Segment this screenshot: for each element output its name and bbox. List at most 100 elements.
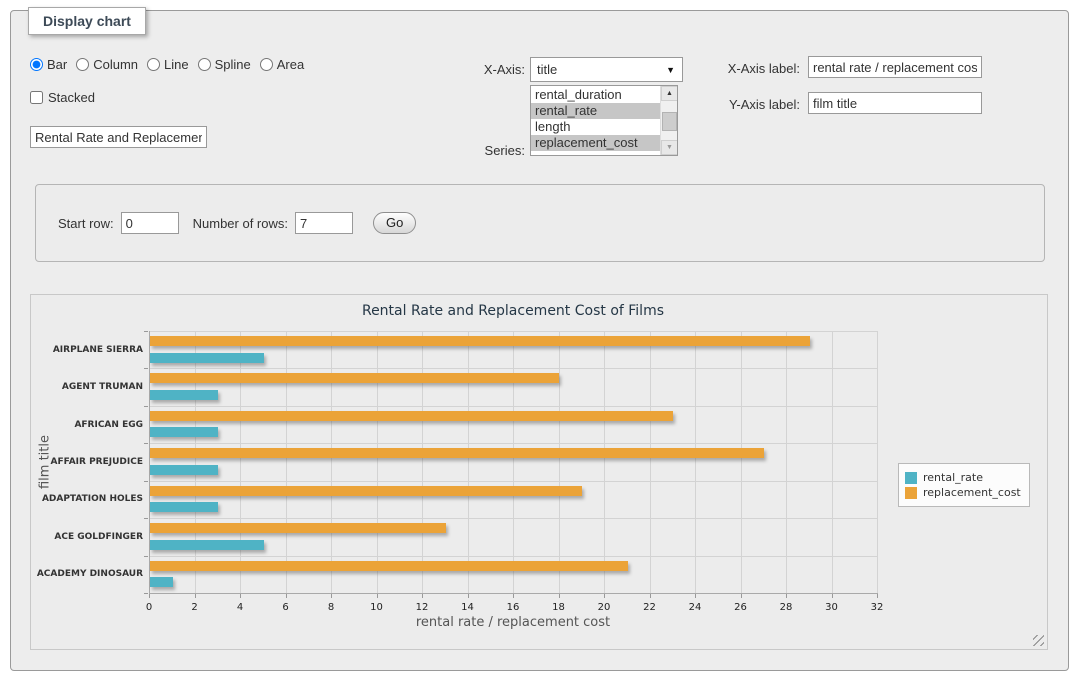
panel-title: Display chart [28, 7, 146, 35]
y-axis-tick [144, 331, 148, 332]
x-axis-tick [559, 594, 560, 598]
x-axis-tick [149, 594, 150, 598]
chart-type-radio-column[interactable] [76, 58, 89, 71]
x-axis-tick [513, 594, 514, 598]
gridline [149, 368, 877, 369]
x-axis-tick-label: 32 [857, 602, 897, 613]
chart-type-label: Area [277, 57, 304, 72]
bar-replacement_cost [150, 373, 559, 383]
x-axis-tick [240, 594, 241, 598]
chart-title: Rental Rate and Replacement Cost of Film… [149, 303, 877, 319]
chart-type-label: Line [164, 57, 189, 72]
bar-replacement_cost [150, 336, 810, 346]
chart-type-label: Spline [215, 57, 251, 72]
chart-type-radio-bar[interactable] [30, 58, 43, 71]
series-option-length[interactable]: length [531, 119, 660, 135]
resize-grip-icon[interactable] [1033, 635, 1044, 646]
bar-rental_rate [150, 502, 218, 512]
y-axis-tick [144, 443, 148, 444]
scroll-down-icon[interactable]: ▼ [661, 140, 678, 155]
bar-replacement_cost [150, 561, 628, 571]
gridline [331, 331, 332, 593]
gridline [149, 443, 877, 444]
stacked-label: Stacked [48, 90, 95, 105]
legend-item-replacement_cost[interactable]: replacement_cost [905, 486, 1021, 499]
gridline [604, 331, 605, 593]
x-axis-tick-label: 20 [584, 602, 624, 613]
y-axis-line [149, 331, 150, 593]
series-options: rental_durationrental_ratelengthreplacem… [531, 87, 660, 151]
bar-rental_rate [150, 465, 218, 475]
number-of-rows-label: Number of rows: [193, 216, 288, 231]
chart-type-option-line: Line [147, 57, 189, 72]
chart-type-option-spline: Spline [198, 57, 251, 72]
series-list-label: Series: [429, 143, 525, 158]
x-axis-tick-label: 14 [448, 602, 488, 613]
legend-label: rental_rate [923, 471, 983, 484]
stacked-checkbox[interactable] [30, 91, 43, 104]
x-axis-tick [786, 594, 787, 598]
gridline [877, 331, 878, 593]
gridline [468, 331, 469, 593]
series-option-rental_rate[interactable]: rental_rate [531, 103, 660, 119]
bar-rental_rate [150, 540, 264, 550]
x-axis-label-label: X-Axis label: [657, 61, 800, 76]
x-axis-tick-label: 26 [721, 602, 761, 613]
chart-type-radio-spline[interactable] [198, 58, 211, 71]
gridline [695, 331, 696, 593]
gridline [240, 331, 241, 593]
x-axis-tick [468, 594, 469, 598]
gridline [286, 331, 287, 593]
legend-swatch-icon [905, 487, 917, 499]
chart-type-label: Column [93, 57, 138, 72]
legend-item-rental_rate[interactable]: rental_rate [905, 471, 1021, 484]
series-option-rental_duration[interactable]: rental_duration [531, 87, 660, 103]
gridline [832, 331, 833, 593]
series-option-replacement_cost[interactable]: replacement_cost [531, 135, 660, 151]
gridline [149, 331, 877, 332]
gridline [149, 556, 877, 557]
x-axis-tick [695, 594, 696, 598]
x-axis-tick-label: 22 [630, 602, 670, 613]
category-label: AFRICAN EGG [31, 420, 143, 430]
y-axis-tick [144, 556, 148, 557]
x-axis-tick-label: 12 [402, 602, 442, 613]
chart-type-option-area: Area [260, 57, 304, 72]
x-axis-tick-label: 2 [175, 602, 215, 613]
stacked-checkbox-row: Stacked [30, 90, 95, 105]
x-axis-tick-label: 10 [357, 602, 397, 613]
y-axis-tick [144, 593, 148, 594]
chart-type-label: Bar [47, 57, 67, 72]
y-axis-label-label: Y-Axis label: [657, 97, 800, 112]
number-of-rows-input[interactable] [295, 212, 353, 234]
gridline [422, 331, 423, 593]
x-axis-tick [832, 594, 833, 598]
legend-swatch-icon [905, 472, 917, 484]
chart-type-radio-line[interactable] [147, 58, 160, 71]
y-axis-tick [144, 518, 148, 519]
category-label: ADAPTATION HOLES [31, 494, 143, 504]
bar-rental_rate [150, 353, 264, 363]
y-axis-tick [144, 481, 148, 482]
x-axis-label-input[interactable] [808, 56, 982, 78]
chart-type-option-bar: Bar [30, 57, 67, 72]
go-button[interactable]: Go [373, 212, 416, 234]
scrollbar-thumb[interactable] [662, 112, 677, 131]
gridline [650, 331, 651, 593]
y-axis-label-input[interactable] [808, 92, 982, 114]
x-axis-tick [604, 594, 605, 598]
x-axis-tick [195, 594, 196, 598]
category-label: ACE GOLDFINGER [31, 532, 143, 542]
series-multiselect[interactable]: rental_durationrental_ratelengthreplacem… [530, 85, 678, 156]
chart-type-radio-area[interactable] [260, 58, 273, 71]
chart-title-input[interactable] [30, 126, 207, 148]
start-row-input[interactable] [121, 212, 179, 234]
category-label: AIRPLANE SIERRA [31, 345, 143, 355]
x-axis-tick-label: 4 [220, 602, 260, 613]
chart-area: Rental Rate and Replacement Cost of Film… [30, 294, 1048, 650]
start-row-label: Start row: [58, 216, 114, 231]
category-label: ACADEMY DINOSAUR [31, 569, 143, 579]
x-axis-tick [650, 594, 651, 598]
x-axis-tick [286, 594, 287, 598]
gridline [741, 331, 742, 593]
